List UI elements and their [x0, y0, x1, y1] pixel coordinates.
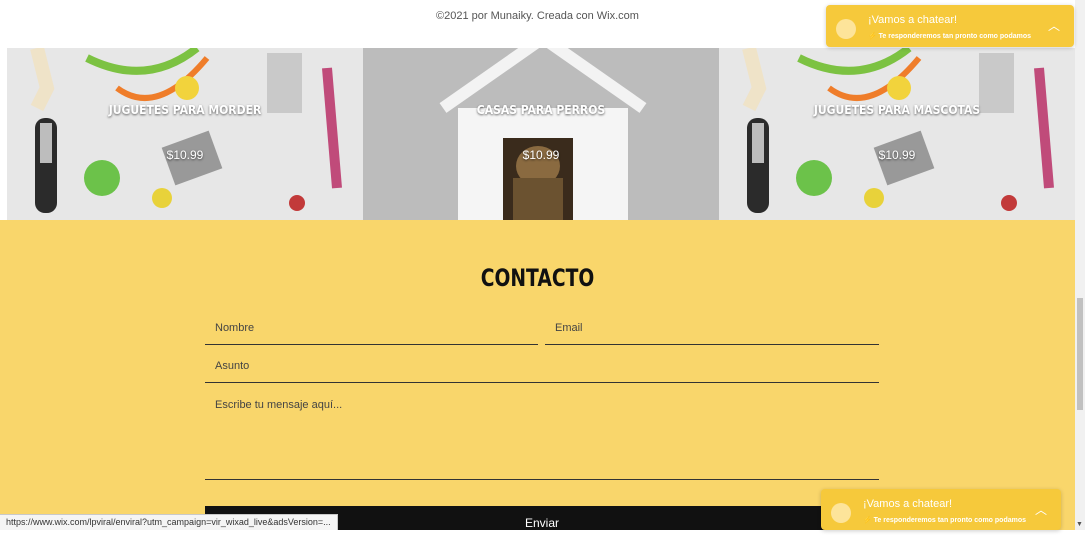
product-name: CASAS PARA PERROS: [476, 103, 606, 117]
scrollbar-thumb[interactable]: [1077, 298, 1083, 410]
product-name: JUGUETES PARA MASCOTAS: [813, 103, 981, 117]
name-placeholder: Nombre: [215, 322, 255, 334]
page-scrollbar[interactable]: ▼: [1075, 0, 1085, 530]
email-placeholder: Email: [555, 322, 583, 334]
product-name: JUGUETES PARA MORDER: [108, 103, 262, 117]
message-field[interactable]: Escribe tu mensaje aquí...: [205, 394, 879, 480]
chat-title: ¡Vamos a chatear!: [868, 14, 958, 26]
email-field[interactable]: Email: [545, 317, 879, 345]
contact-title: CONTACTO: [480, 264, 595, 292]
scroll-down-arrow-icon[interactable]: ▼: [1076, 521, 1083, 528]
product-price: $10.99: [522, 148, 560, 162]
product-price: $10.99: [166, 148, 204, 162]
chat-widget-bottom[interactable]: ¡Vamos a chatear! ⚡ Te responderemos tan…: [821, 489, 1061, 530]
chat-title: ¡Vamos a chatear!: [863, 498, 953, 510]
chew-toys-image: [30, 48, 342, 213]
chat-subtitle: ⚡ Te responderemos tan pronto como podam…: [863, 517, 1027, 524]
subject-field[interactable]: Asunto: [205, 355, 879, 383]
message-placeholder: Escribe tu mensaje aquí...: [215, 399, 343, 411]
chat-subtitle: ⚡ Te responderemos tan pronto como podam…: [868, 33, 1032, 40]
dog-house-image: [363, 48, 719, 220]
product-price: $10.99: [878, 148, 916, 162]
status-bar-url: https://www.wix.com/lpviral/enviral?utm_…: [0, 514, 338, 530]
chat-avatar-icon: [831, 503, 851, 523]
product-gallery: JUGUETES PARA MORDER $10.99 CASAS PARA P…: [7, 48, 1075, 220]
bolt-icon: ⚡: [868, 33, 877, 40]
chevron-up-icon[interactable]: ︿: [1048, 17, 1060, 34]
product-tile-chew-toys[interactable]: JUGUETES PARA MORDER $10.99: [7, 48, 363, 220]
chat-avatar-icon: [836, 19, 856, 39]
name-field[interactable]: Nombre: [205, 317, 538, 345]
chevron-up-icon[interactable]: ︿: [1035, 501, 1047, 518]
pet-toys-image: [742, 48, 1054, 213]
bolt-icon: ⚡: [863, 517, 872, 524]
subject-placeholder: Asunto: [215, 360, 250, 372]
chat-widget-top[interactable]: ¡Vamos a chatear! ⚡ Te responderemos tan…: [826, 5, 1074, 47]
product-tile-pet-toys[interactable]: JUGUETES PARA MASCOTAS $10.99: [719, 48, 1075, 220]
contact-section: CONTACTO Nombre Email Asunto Escribe tu …: [0, 220, 1075, 530]
product-tile-dog-houses[interactable]: CASAS PARA PERROS $10.99: [363, 48, 719, 220]
